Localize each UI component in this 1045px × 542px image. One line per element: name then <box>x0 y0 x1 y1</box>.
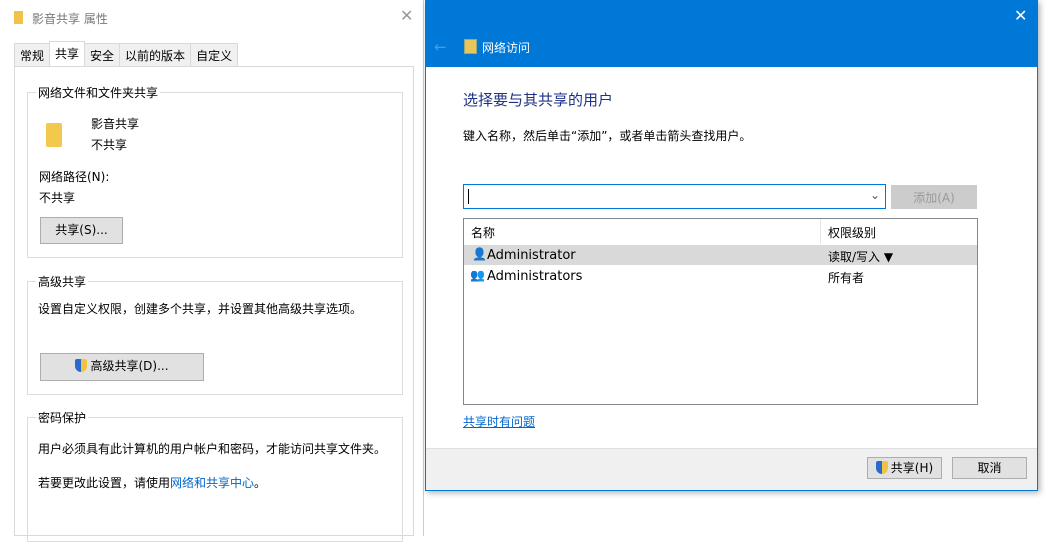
add-button[interactable]: 添加(A) <box>891 185 977 209</box>
users-list: 名称 权限级别 👤 Administrator 读取/写入 ▼ 👥 Admini… <box>463 218 978 405</box>
wizard-title: 网络访问 <box>482 41 531 55</box>
permission-value: 所有者 <box>828 271 865 285</box>
shield-icon <box>75 359 88 372</box>
text-cursor <box>468 189 469 204</box>
close-icon[interactable]: ✕ <box>1014 6 1027 25</box>
sharing-page: 网络文件和文件夹共享 影音共享 不共享 网络路径(N): 不共享 共享(S)..… <box>14 66 414 542</box>
sharing-help-link[interactable]: 共享时有问题 <box>463 413 535 430</box>
share-button[interactable]: 共享(S)... <box>40 217 123 244</box>
table-row[interactable]: 👤 Administrator 读取/写入 ▼ <box>464 245 977 265</box>
network-path-value: 不共享 <box>39 191 76 205</box>
footer: 共享(H) 取消 <box>426 448 1037 490</box>
folder-name: 影音共享 <box>91 117 140 131</box>
network-access-dialog: ← 网络访问 ✕ 选择要与其共享的用户 键入名称，然后单击“添加”，或者单击箭头… <box>425 0 1038 491</box>
text-suffix: 。 <box>254 476 267 490</box>
back-arrow-icon[interactable]: ← <box>434 38 447 56</box>
title-bar: ← 网络访问 ✕ <box>426 1 1037 67</box>
column-header-permission[interactable]: 权限级别 <box>828 224 876 241</box>
user-name: Administrator <box>487 248 576 263</box>
user-name: Administrators <box>487 269 583 284</box>
button-label: 高级共享(D)... <box>90 359 169 373</box>
network-center-link[interactable]: 网络和共享中心 <box>170 476 254 490</box>
button-label: 共享(H) <box>890 461 934 475</box>
group-users-icon: 👥 <box>470 268 485 282</box>
cancel-button[interactable]: 取消 <box>952 457 1027 479</box>
password-desc: 用户必须具有此计算机的用户帐户和密码，才能访问共享文件夹。 <box>38 442 387 456</box>
change-setting-text: 若要更改此设置，请使用网络和共享中心。 <box>38 474 266 491</box>
folder-icon <box>46 123 62 147</box>
advanced-desc: 设置自定义权限，创建多个共享，并设置其他高级共享选项。 <box>38 302 363 316</box>
folder-status: 不共享 <box>91 138 128 152</box>
network-path-label: 网络路径(N): <box>39 170 110 184</box>
dialog-title: 影音共享 属性 <box>32 12 108 26</box>
close-icon[interactable]: ✕ <box>400 6 413 25</box>
tab-sharing[interactable]: 共享 <box>49 41 86 68</box>
group-label: 高级共享 <box>36 273 89 290</box>
user-icon: 👤 <box>472 247 487 261</box>
advanced-sharing-group: 高级共享 设置自定义权限，创建多个共享，并设置其他高级共享选项。 高级共享(D)… <box>27 273 403 395</box>
shield-icon <box>875 461 888 474</box>
network-folder-icon <box>464 39 477 54</box>
chevron-down-icon[interactable]: ⌄ <box>870 188 880 202</box>
group-label: 密码保护 <box>36 409 89 426</box>
table-row[interactable]: 👥 Administrators 所有者 <box>464 266 977 286</box>
heading: 选择要与其共享的用户 <box>463 91 614 109</box>
folder-icon <box>14 11 23 24</box>
text-prefix: 若要更改此设置，请使用 <box>38 476 171 490</box>
group-label: 网络文件和文件夹共享 <box>36 84 161 101</box>
user-name-combobox[interactable]: ⌄ <box>463 184 886 209</box>
password-protection-group: 密码保护 用户必须具有此计算机的用户帐户和密码，才能访问共享文件夹。 若要更改此… <box>27 409 403 542</box>
network-sharing-group: 网络文件和文件夹共享 影音共享 不共享 网络路径(N): 不共享 共享(S)..… <box>27 84 403 258</box>
properties-dialog: 影音共享 属性 ✕ 常规 共享 安全 以前的版本 自定义 网络文件和文件夹共享 … <box>0 0 424 542</box>
column-header-name[interactable]: 名称 <box>471 224 495 241</box>
instructions: 键入名称，然后单击“添加”，或者单击箭头查找用户。 <box>463 129 752 143</box>
permission-dropdown[interactable]: 读取/写入 ▼ <box>828 248 893 265</box>
advanced-sharing-button[interactable]: 高级共享(D)... <box>40 353 204 381</box>
share-button[interactable]: 共享(H) <box>867 457 942 479</box>
